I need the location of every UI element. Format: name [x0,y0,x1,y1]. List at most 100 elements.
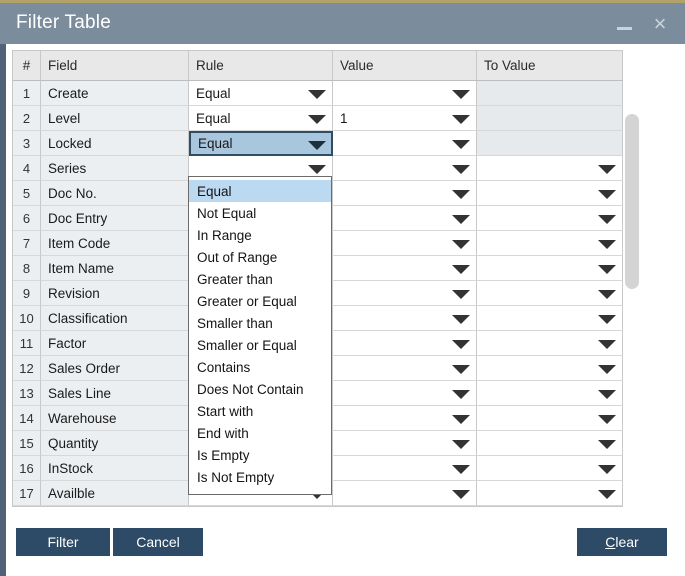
to-value-combobox[interactable] [477,206,623,231]
chevron-down-icon[interactable] [308,90,326,99]
cancel-button[interactable]: Cancel [113,528,203,556]
field-cell[interactable]: Sales Order [41,356,189,381]
chevron-down-icon[interactable] [598,240,616,249]
filter-button[interactable]: Filter [16,528,110,556]
field-cell[interactable]: Item Code [41,231,189,256]
value-combobox[interactable] [333,131,477,156]
field-cell[interactable]: Doc No. [41,181,189,206]
value-combobox[interactable] [333,456,477,481]
field-cell[interactable]: Quantity [41,431,189,456]
dropdown-option[interactable]: Equal [189,180,331,202]
field-cell[interactable]: Sales Line [41,381,189,406]
dropdown-option[interactable]: Smaller or Equal [189,334,331,356]
rule-dropdown-list[interactable]: Equal Not Equal In Range Out of Range Greate… [188,176,332,495]
to-value-combobox[interactable] [477,381,623,406]
value-combobox[interactable] [333,281,477,306]
to-value-combobox[interactable] [477,156,623,181]
chevron-down-icon[interactable] [598,465,616,474]
chevron-down-icon[interactable] [452,290,470,299]
rule-combobox[interactable]: Equal [189,131,333,156]
clear-button[interactable]: Clear [577,528,667,556]
chevron-down-icon[interactable] [452,265,470,274]
field-cell[interactable]: Level [41,106,189,131]
field-cell[interactable]: Doc Entry [41,206,189,231]
dropdown-option[interactable]: Contains [189,356,331,378]
chevron-down-icon[interactable] [598,165,616,174]
chevron-down-icon[interactable] [598,365,616,374]
to-value-combobox[interactable] [477,456,623,481]
dropdown-option[interactable]: Out of Range [189,246,331,268]
chevron-down-icon[interactable] [452,90,470,99]
chevron-down-icon[interactable] [452,215,470,224]
chevron-down-icon[interactable] [452,140,470,149]
value-combobox[interactable] [333,231,477,256]
to-value-combobox[interactable] [477,356,623,381]
field-cell[interactable]: InStock [41,456,189,481]
chevron-down-icon[interactable] [452,465,470,474]
chevron-down-icon[interactable] [308,140,326,150]
chevron-down-icon[interactable] [598,290,616,299]
chevron-down-icon[interactable] [598,490,616,499]
value-combobox[interactable] [333,156,477,181]
field-cell[interactable]: Availble [41,481,189,506]
field-cell[interactable]: Create [41,81,189,106]
dropdown-option[interactable]: Greater than [189,268,331,290]
field-cell[interactable]: Factor [41,331,189,356]
chevron-down-icon[interactable] [598,215,616,224]
chevron-down-icon[interactable] [308,115,326,124]
value-combobox[interactable] [333,256,477,281]
dropdown-option[interactable]: Start with [189,400,331,422]
dropdown-option[interactable]: End with [189,422,331,444]
chevron-down-icon[interactable] [598,190,616,199]
to-value-combobox[interactable] [477,306,623,331]
chevron-down-icon[interactable] [308,165,326,174]
field-cell[interactable]: Revision [41,281,189,306]
dropdown-option[interactable]: Is Empty [189,444,331,466]
chevron-down-icon[interactable] [452,440,470,449]
chevron-down-icon[interactable] [452,240,470,249]
value-combobox[interactable] [333,431,477,456]
chevron-down-icon[interactable] [452,115,470,124]
minimize-button[interactable] [607,3,641,44]
dropdown-option[interactable]: Does Not Contain [189,378,331,400]
chevron-down-icon[interactable] [452,490,470,499]
value-combobox[interactable] [333,331,477,356]
field-cell[interactable]: Series [41,156,189,181]
chevron-down-icon[interactable] [452,165,470,174]
value-combobox[interactable] [333,356,477,381]
field-cell[interactable]: Item Name [41,256,189,281]
chevron-down-icon[interactable] [598,440,616,449]
value-combobox[interactable] [333,481,477,506]
value-combobox[interactable] [333,406,477,431]
chevron-down-icon[interactable] [598,415,616,424]
value-combobox[interactable] [333,206,477,231]
chevron-down-icon[interactable] [452,365,470,374]
chevron-down-icon[interactable] [452,315,470,324]
to-value-combobox[interactable] [477,181,623,206]
dropdown-option[interactable]: Is Not Empty [189,466,331,488]
chevron-down-icon[interactable] [598,340,616,349]
value-combobox[interactable] [333,381,477,406]
chevron-down-icon[interactable] [452,340,470,349]
chevron-down-icon[interactable] [452,415,470,424]
value-combobox[interactable] [333,306,477,331]
chevron-down-icon[interactable] [598,390,616,399]
chevron-down-icon[interactable] [598,265,616,274]
dropdown-option[interactable]: In Range [189,224,331,246]
to-value-combobox[interactable] [477,256,623,281]
chevron-down-icon[interactable] [598,315,616,324]
to-value-combobox[interactable] [477,406,623,431]
close-button[interactable]: × [643,3,677,44]
value-combobox[interactable] [333,181,477,206]
to-value-combobox[interactable] [477,431,623,456]
grid-scrollbar-thumb[interactable] [625,114,639,289]
to-value-combobox[interactable] [477,231,623,256]
to-value-combobox[interactable] [477,331,623,356]
dropdown-option[interactable]: Greater or Equal [189,290,331,312]
value-combobox[interactable]: 1 [333,106,477,131]
rule-combobox[interactable]: Equal [189,106,333,131]
chevron-down-icon[interactable] [452,190,470,199]
chevron-down-icon[interactable] [452,390,470,399]
dropdown-option[interactable]: Smaller than [189,312,331,334]
to-value-combobox[interactable] [477,481,623,506]
